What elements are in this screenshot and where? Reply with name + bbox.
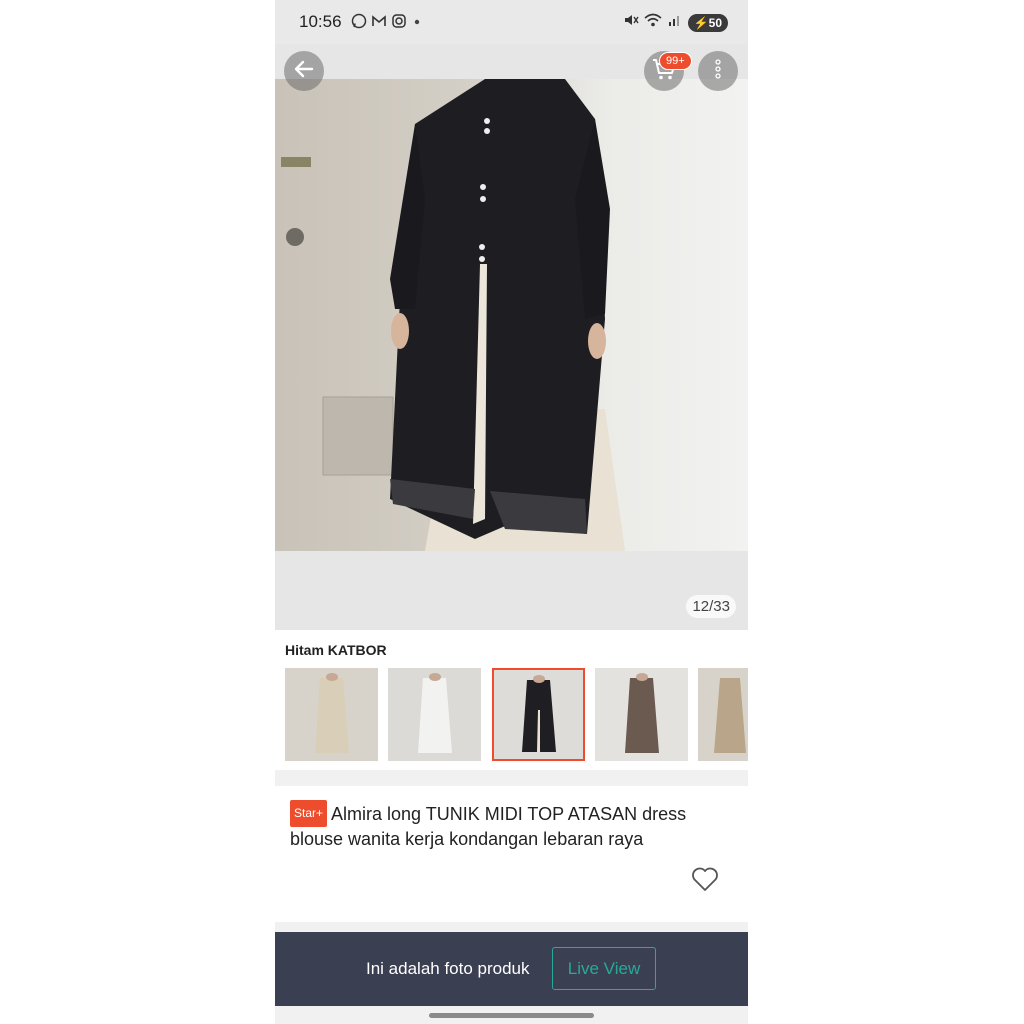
product-gallery[interactable]: 12/33 (275, 44, 748, 630)
product-title-block: Star+ Almira long TUNIK MIDI TOP ATASAN d… (290, 800, 730, 852)
status-system-icons: ⚡50 (623, 12, 728, 33)
dot-icon (411, 13, 423, 34)
product-photo[interactable] (275, 79, 748, 551)
image-counter: 12/33 (686, 595, 736, 618)
variant-thumbnail[interactable] (698, 668, 748, 761)
arrow-left-icon (292, 57, 316, 86)
cart-badge: 99+ (659, 52, 692, 70)
instagram-icon (391, 13, 407, 34)
more-options-button[interactable] (698, 51, 738, 91)
status-time: 10:56 (299, 12, 342, 31)
gmail-icon (371, 13, 387, 34)
status-app-icons (351, 13, 423, 34)
variant-thumbnail[interactable] (595, 668, 688, 761)
heart-icon[interactable] (691, 866, 719, 897)
home-indicator[interactable] (429, 1013, 594, 1018)
mute-icon (623, 12, 639, 33)
phone-screen: 10:56 ⚡50 12/33 Hitam KATBOR Star+ Almir… (275, 0, 748, 1024)
variant-thumbnail[interactable] (285, 668, 378, 761)
battery-level: 50 (708, 15, 722, 30)
variant-thumbnail-selected[interactable] (492, 668, 585, 761)
more-vertical-icon (715, 58, 721, 85)
variant-selector: Hitam KATBOR (275, 630, 748, 770)
product-info: Star+ Almira long TUNIK MIDI TOP ATASAN d… (275, 786, 748, 922)
wifi-icon (644, 12, 662, 33)
variant-thumbnail[interactable] (388, 668, 481, 761)
live-view-text: Ini adalah foto produk (366, 959, 530, 978)
status-bar: 10:56 ⚡50 (275, 0, 748, 44)
product-title: Almira long TUNIK MIDI TOP ATASAN dress … (290, 804, 687, 849)
live-view-bar: Ini adalah foto produk Live View (275, 932, 748, 1006)
live-view-button[interactable]: Live View (552, 947, 656, 990)
product-photo-illustration (281, 79, 625, 551)
battery-indicator: ⚡50 (687, 13, 728, 32)
whatsapp-icon (351, 13, 367, 34)
selected-variant-label: Hitam KATBOR (285, 642, 387, 658)
star-plus-badge: Star+ (290, 800, 328, 827)
signal-icon (667, 12, 683, 33)
back-button[interactable] (284, 51, 324, 91)
